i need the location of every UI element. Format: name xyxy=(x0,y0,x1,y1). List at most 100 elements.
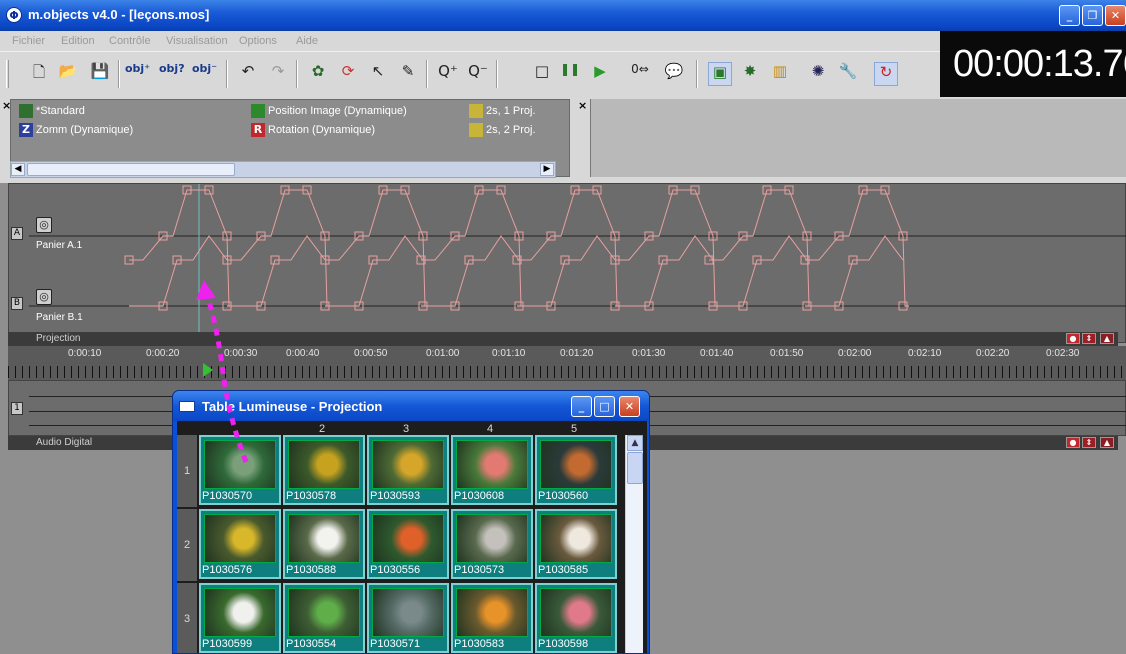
collapse-icon[interactable]: ▲ xyxy=(1100,437,1114,448)
obj-help-icon[interactable]: obj? xyxy=(159,62,185,86)
wrench-icon[interactable]: 🔧 xyxy=(836,62,860,86)
palette-scrollbar[interactable]: ◀ ▶ xyxy=(10,161,556,178)
lens-icon[interactable]: ◎ xyxy=(36,217,52,233)
light-table-maximize-button[interactable]: □ xyxy=(594,396,615,417)
image-thumbnail[interactable]: P1030573 xyxy=(451,509,533,579)
expand-icon[interactable]: ⇕ xyxy=(1082,333,1096,344)
projector-icon[interactable]: ✸ xyxy=(738,62,762,86)
zoom-in-icon[interactable]: Q⁺ xyxy=(436,62,460,86)
title-bar[interactable]: Φ m.objects v4.0 - [leçons.mos] _ ❐ ✕ xyxy=(0,0,1126,31)
palette2-close-icon[interactable]: × xyxy=(578,99,587,112)
effect-standard[interactable]: *Standard xyxy=(19,103,85,119)
image-thumbnail[interactable]: P1030554 xyxy=(283,583,365,653)
light-table-title: Table Lumineuse - Projection xyxy=(202,399,383,414)
image-thumbnail[interactable]: P1030585 xyxy=(535,509,617,579)
mark-icon[interactable]: ↖ xyxy=(366,62,390,86)
audio-label: Audio Digital xyxy=(36,437,93,448)
obj-remove-icon[interactable]: obj⁻ xyxy=(192,62,217,86)
cycle-icon[interactable]: ⟳ xyxy=(336,62,360,86)
effect-fade-2-proj[interactable]: 2s, 2 Proj. xyxy=(469,122,536,138)
keyframe-curve xyxy=(325,235,424,307)
window-icon xyxy=(179,401,195,412)
projection-timeline[interactable] xyxy=(8,183,1126,343)
track-b-label: Panier B.1 xyxy=(36,312,83,323)
track-a-letter: A xyxy=(11,227,23,240)
scroll-thumb[interactable] xyxy=(627,452,643,484)
effect-rotation[interactable]: R Rotation (Dynamique) xyxy=(251,122,375,138)
record-icon[interactable]: ● xyxy=(1066,333,1080,344)
restore-button[interactable]: ❐ xyxy=(1082,5,1103,26)
ruler-label: 0:02:00 xyxy=(838,348,872,359)
close-button[interactable]: ✕ xyxy=(1105,5,1126,26)
thumbnail-caption: P1030583 xyxy=(454,638,505,650)
image-thumbnail[interactable]: P1030583 xyxy=(451,583,533,653)
scroll-left-icon[interactable]: ◀ xyxy=(11,163,25,176)
scroll-right-icon[interactable]: ▶ xyxy=(540,163,554,176)
save-icon[interactable]: 💾 xyxy=(88,62,112,86)
light-table-close-button[interactable]: ✕ xyxy=(619,396,640,417)
toolbar-grip[interactable] xyxy=(6,60,9,88)
effect-zoom[interactable]: Z Zomm (Dynamique) xyxy=(19,122,133,138)
image-thumbnail[interactable]: P1030593 xyxy=(367,435,449,505)
obj-add-icon[interactable]: obj⁺ xyxy=(125,62,150,86)
image-thumbnail[interactable]: P1030578 xyxy=(283,435,365,505)
effect-fade-1-proj[interactable]: 2s, 1 Proj. xyxy=(469,103,536,119)
redo-icon[interactable]: ↷ xyxy=(266,62,290,86)
row-number: 1 xyxy=(183,465,191,477)
pen-icon[interactable]: ✎ xyxy=(396,62,420,86)
zoom-out-icon[interactable]: Q⁻ xyxy=(466,62,490,86)
image-thumbnail[interactable]: P1030588 xyxy=(283,509,365,579)
screen-icon[interactable]: ▣ xyxy=(708,62,732,86)
image-thumbnail[interactable]: P1030570 xyxy=(199,435,281,505)
light-table-minimize-button[interactable]: _ xyxy=(571,396,592,417)
menu-edition[interactable]: Edition xyxy=(61,35,95,47)
new-document-icon[interactable]: 🗋 xyxy=(27,62,51,86)
open-folder-icon[interactable]: 📂 xyxy=(56,62,80,86)
photo-preview xyxy=(204,440,276,489)
play-icon[interactable]: ▶ xyxy=(588,62,612,86)
minimize-icon: _ xyxy=(1066,9,1073,22)
menu-controle[interactable]: Contrôle xyxy=(109,35,151,47)
minimize-button[interactable]: _ xyxy=(1059,5,1080,26)
image-thumbnail[interactable]: P1030608 xyxy=(451,435,533,505)
image-thumbnail[interactable]: P1030599 xyxy=(199,583,281,653)
stop-icon[interactable]: □ xyxy=(530,62,554,86)
collapse-icon[interactable]: ▲ xyxy=(1100,333,1114,344)
expand-icon[interactable]: ⇕ xyxy=(1082,437,1096,448)
app-logo-icon: Φ xyxy=(6,7,22,23)
time-ruler[interactable]: 0:00:10 0:00:20 0:00:30 0:00:40 0:00:50 … xyxy=(8,346,1126,380)
scroll-thumb[interactable] xyxy=(27,163,235,176)
photo-preview xyxy=(288,440,360,489)
scroll-up-icon[interactable]: ▲ xyxy=(627,435,643,451)
column-header: 2 xyxy=(319,423,326,435)
image-thumbnail[interactable]: P1030576 xyxy=(199,509,281,579)
toolbar-separator xyxy=(296,60,298,88)
image-thumbnail[interactable]: P1030598 xyxy=(535,583,617,653)
loop-icon[interactable]: ↻ xyxy=(874,62,898,86)
menu-visualisation[interactable]: Visualisation xyxy=(166,35,228,47)
menu-fichier[interactable]: Fichier xyxy=(12,35,45,47)
light-table-title-bar[interactable]: Table Lumineuse - Projection _ □ ✕ xyxy=(173,391,649,421)
effect-label: Zomm (Dynamique) xyxy=(36,124,134,136)
table-icon[interactable]: ▥ xyxy=(768,62,792,86)
row-number: 3 xyxy=(183,613,191,625)
keyframe-curve xyxy=(129,235,228,307)
counter-icon[interactable]: 0⇔ xyxy=(628,62,652,86)
image-thumbnail[interactable]: P1030560 xyxy=(535,435,617,505)
record-icon[interactable]: ● xyxy=(1066,437,1080,448)
playhead-marker-icon[interactable] xyxy=(203,363,213,377)
image-thumbnail[interactable]: P1030571 xyxy=(367,583,449,653)
pause-icon[interactable]: ❚❚ xyxy=(558,62,582,86)
lens-icon[interactable]: ◎ xyxy=(36,289,52,305)
effect-position-image[interactable]: Position Image (Dynamique) xyxy=(251,103,407,119)
ruler-label: 0:00:30 xyxy=(224,348,258,359)
image-thumbnail[interactable]: P1030556 xyxy=(367,509,449,579)
tools-icon[interactable]: ✺ xyxy=(806,62,830,86)
menu-aide[interactable]: Aide xyxy=(296,35,318,47)
comment-icon[interactable]: 💬 xyxy=(662,62,686,86)
menu-options[interactable]: Options xyxy=(239,35,277,47)
undo-icon[interactable]: ↶ xyxy=(236,62,260,86)
effects-icon[interactable]: ✿ xyxy=(306,62,330,86)
light-table-scrollbar[interactable]: ▲ xyxy=(625,435,643,653)
ruler-ticks xyxy=(8,366,1126,378)
